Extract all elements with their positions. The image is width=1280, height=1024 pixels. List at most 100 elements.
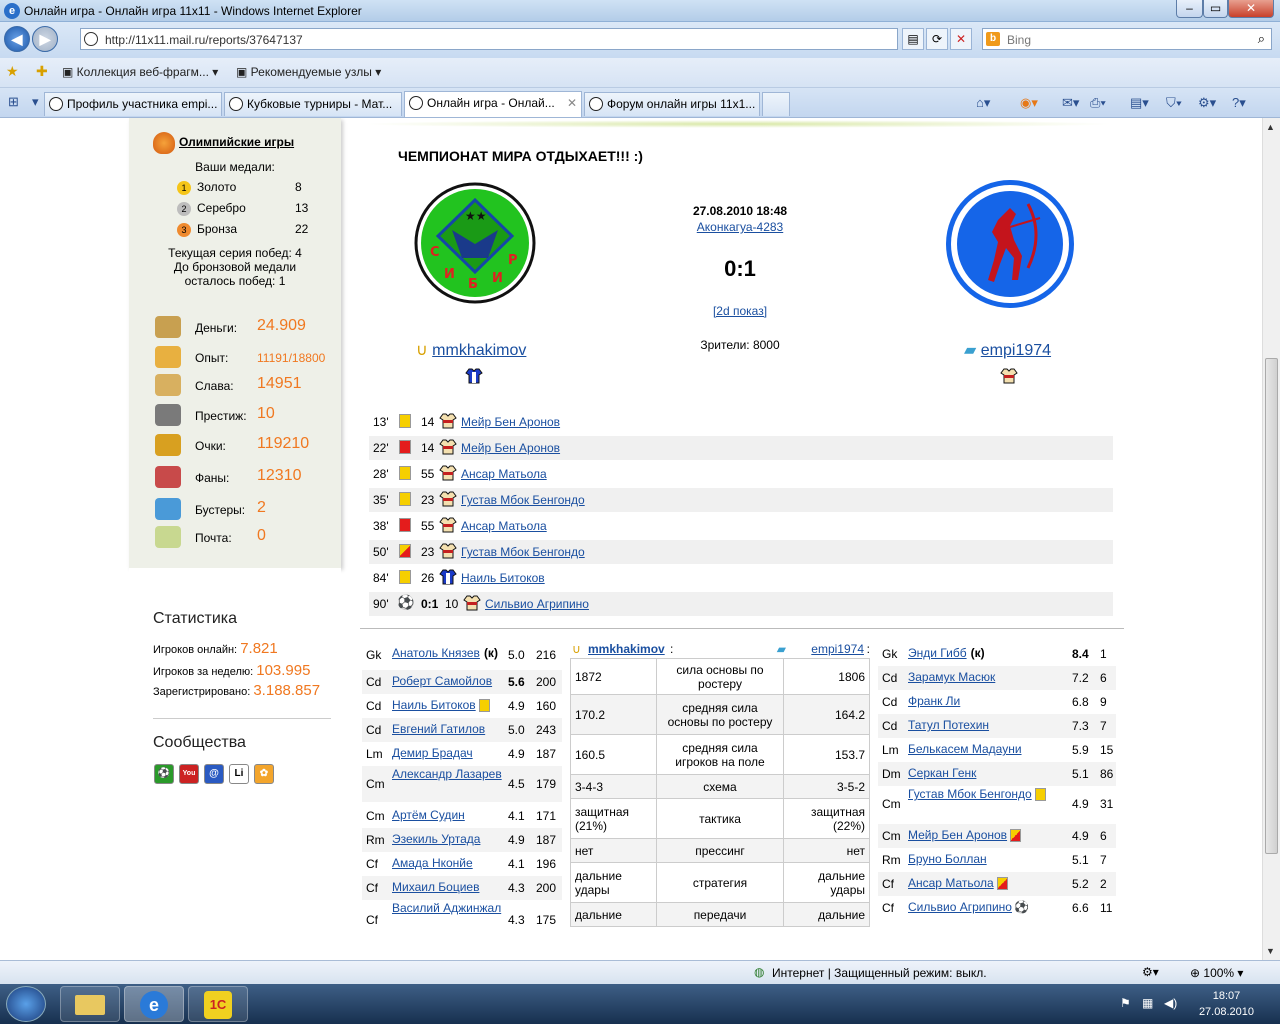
player-link[interactable]: Артём Судин	[392, 808, 465, 822]
page-icon[interactable]: ▤▾	[1130, 95, 1149, 111]
player-link[interactable]: Белькасем Мадауни	[908, 742, 1022, 756]
player-link[interactable]: Татул Потехин	[908, 718, 989, 732]
player-link[interactable]: Сильвио Агрипино	[908, 900, 1012, 914]
replay-label[interactable]: [2d показ]	[713, 304, 767, 318]
search-box[interactable]: b Bing ⌕	[982, 28, 1272, 50]
home-icon[interactable]: ⌂▾	[976, 95, 990, 111]
player-link[interactable]: Зарамук Масюк	[908, 670, 995, 684]
help-icon[interactable]: ?▾	[1232, 95, 1246, 111]
player-link[interactable]: Бруно Боллан	[908, 852, 987, 866]
stop-button[interactable]: ✕	[950, 28, 972, 50]
player-link[interactable]: Василий Аджинжал	[392, 901, 501, 915]
moimir-icon[interactable]: ✿	[254, 764, 274, 784]
mailru-icon[interactable]: @	[204, 764, 224, 784]
event-player-link[interactable]: Ансар Матьола	[461, 519, 547, 533]
player-link[interactable]: Энди Гибб	[908, 646, 967, 660]
player-link[interactable]: Демир Брадач	[392, 746, 473, 760]
player-value: 200	[536, 675, 557, 689]
safety-icon[interactable]: ⛉▾	[1166, 95, 1182, 111]
event-player-link[interactable]: Мейр Бен Аронов	[461, 441, 560, 455]
address-bar[interactable]: http://11x11.mail.ru/reports/37647137	[80, 28, 898, 50]
close-button[interactable]: ✕	[1228, 0, 1274, 18]
protected-mode-icon[interactable]: ⚙▾	[1142, 965, 1159, 979]
replay-link[interactable]: [2d показ]	[640, 304, 840, 318]
tray-volume-icon[interactable]: ◀)	[1164, 996, 1177, 1010]
event-player-link[interactable]: Густав Мбок Бенгондо	[461, 493, 585, 507]
ie-taskbar-icon[interactable]: e	[124, 986, 184, 1022]
new-tab-button[interactable]	[762, 92, 790, 116]
vertical-scrollbar[interactable]: ▲ ▼	[1262, 118, 1280, 960]
home-manager-link[interactable]: mmkhakimov	[432, 342, 526, 359]
player-link[interactable]: Серкан Генк	[908, 766, 976, 780]
away-team-logo	[946, 180, 1074, 308]
1c-taskbar-icon[interactable]: 1С	[188, 986, 248, 1022]
back-button[interactable]: ◀	[4, 26, 30, 52]
event-player-link[interactable]: Наиль Битоков	[461, 571, 545, 585]
quick-tabs-icon[interactable]: ⊞	[8, 94, 19, 110]
taskbar: e 1С ⚑ ▦ ◀) 18:07 27.08.2010	[0, 984, 1280, 1024]
player-position: Cm	[366, 809, 385, 823]
player-name-cell: Роберт Самойлов	[392, 675, 492, 688]
minimize-button[interactable]: –	[1176, 0, 1203, 18]
player-link[interactable]: Анатоль Князев	[392, 646, 480, 660]
player-position: Cd	[882, 695, 898, 709]
player-link[interactable]: Михаил Боциев	[392, 880, 479, 894]
event-player-link[interactable]: Сильвио Агрипино	[485, 597, 589, 611]
scroll-thumb[interactable]	[1265, 358, 1278, 854]
favorites-star-icon[interactable]: ★	[6, 63, 19, 80]
player-link[interactable]: Роберт Самойлов	[392, 674, 492, 688]
youtube-icon[interactable]: You	[179, 764, 199, 784]
tab-forum[interactable]: Форум онлайн игры 11х1...	[584, 92, 760, 116]
event-player-link[interactable]: Ансар Матьола	[461, 467, 547, 481]
fav-item-webslices[interactable]: ▣ Коллекция веб-фрагм... ▾	[62, 65, 218, 79]
olympic-games-link[interactable]: Олимпийские игры	[179, 135, 294, 149]
print-icon[interactable]: ⎙▾	[1090, 95, 1106, 111]
globe-icon: ◍	[754, 965, 765, 979]
event-player-number: 55	[421, 467, 435, 481]
explorer-taskbar-icon[interactable]	[60, 986, 120, 1022]
compare-home-link[interactable]: mmkhakimov	[588, 642, 665, 656]
start-button[interactable]	[6, 986, 46, 1022]
event-player-link[interactable]: Мейр Бен Аронов	[461, 415, 560, 429]
olympic-games[interactable]: Олимпийские игры	[153, 132, 294, 154]
mail-icon[interactable]: ✉▾	[1062, 95, 1079, 111]
player-position: Lm	[366, 747, 383, 761]
player-link[interactable]: Густав Мбок Бенгондо	[908, 787, 1032, 801]
maximize-button[interactable]: ▭	[1203, 0, 1228, 18]
zoom-level[interactable]: ⊕ 100% ▾	[1190, 966, 1243, 980]
community-11x11-icon[interactable]: ⚽	[154, 764, 174, 784]
tools-gear-icon[interactable]: ⚙▾	[1198, 95, 1216, 111]
player-link[interactable]: Мейр Бен Аронов	[908, 828, 1007, 842]
event-player-link[interactable]: Густав Мбок Бенгондо	[461, 545, 585, 559]
player-link[interactable]: Амада Нконйе	[392, 856, 473, 870]
forward-button[interactable]: ▶	[32, 26, 58, 52]
tray-network-icon[interactable]: ▦	[1142, 996, 1153, 1010]
yellow-card-icon	[399, 414, 411, 428]
clock[interactable]: 18:07 27.08.2010	[1199, 988, 1254, 1020]
tab-list-icon[interactable]: ▾	[32, 94, 39, 110]
tab-profile[interactable]: Профиль участника empi...	[44, 92, 222, 116]
tab-close-icon[interactable]: ✕	[567, 92, 577, 114]
refresh-button[interactable]: ⟳	[926, 28, 948, 50]
liveinternet-icon[interactable]: Li	[229, 764, 249, 784]
tab-online-game[interactable]: Онлайн игра - Онлай... ✕	[404, 91, 582, 117]
player-link[interactable]: Ансар Матьола	[908, 876, 994, 890]
scroll-down-icon[interactable]: ▼	[1266, 946, 1275, 956]
stadium-link[interactable]: Аконкагуа-4283	[640, 220, 840, 234]
player-link[interactable]: Эзекиль Уртада	[392, 832, 480, 846]
search-icon[interactable]: ⌕	[1258, 31, 1265, 47]
tray-flag-icon[interactable]: ⚑	[1120, 996, 1131, 1010]
player-link[interactable]: Франк Ли	[908, 694, 960, 708]
fav-item-suggested[interactable]: ▣ Рекомендуемые узлы ▾	[236, 65, 381, 79]
compat-view-button[interactable]: ▤	[902, 28, 924, 50]
away-manager-link[interactable]: empi1974	[981, 342, 1051, 359]
compare-away-link[interactable]: empi1974	[811, 642, 864, 656]
tab-cup[interactable]: Кубковые турниры - Мат...	[224, 92, 402, 116]
scroll-up-icon[interactable]: ▲	[1266, 122, 1275, 132]
player-link[interactable]: Евгений Гатилов	[392, 722, 485, 736]
add-favorite-icon[interactable]: ✚	[36, 63, 48, 80]
stadium-label[interactable]: Аконкагуа-4283	[697, 220, 783, 234]
player-link[interactable]: Александр Лазарев	[392, 767, 502, 781]
player-link[interactable]: Наиль Битоков	[392, 698, 476, 712]
feeds-icon[interactable]: ◉▾	[1020, 95, 1038, 111]
